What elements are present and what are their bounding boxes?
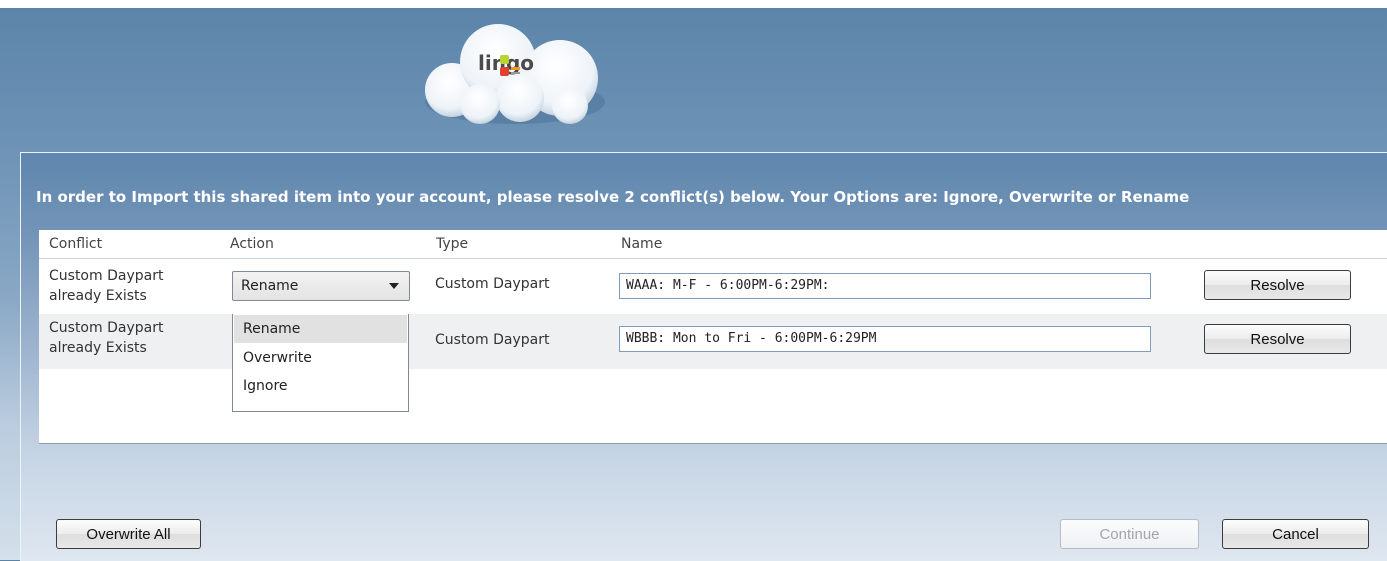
type-cell: Custom Daypart [435, 332, 550, 348]
continue-button[interactable]: Continue [1060, 519, 1199, 549]
column-header-name[interactable]: Name [621, 236, 662, 252]
conflict-cell: Custom Daypart already Exists [49, 320, 164, 356]
dropdown-option-ignore[interactable]: Ignore [234, 372, 407, 400]
dropdown-option-rename[interactable]: Rename [234, 315, 407, 343]
chevron-down-icon[interactable] [389, 283, 399, 289]
resolve-button[interactable]: Resolve [1204, 270, 1351, 300]
column-header-conflict[interactable]: Conflict [49, 236, 102, 252]
import-conflict-dialog: In order to Import this shared item into… [20, 152, 1387, 561]
top-edge [0, 0, 1387, 8]
action-select-value: Rename [241, 278, 299, 294]
column-header-type[interactable]: Type [436, 236, 468, 252]
app-logo: lingo [420, 22, 610, 126]
cloud-logo-icon: lingo [425, 24, 605, 124]
table-row: Custom Daypart already Exists Rename Cus… [39, 259, 1387, 314]
name-input[interactable]: WBBB: Mon to Fri - 6:00PM-6:29PM [619, 326, 1151, 352]
cancel-button[interactable]: Cancel [1222, 519, 1369, 549]
overwrite-all-button[interactable]: Overwrite All [56, 519, 201, 549]
dropdown-option-overwrite[interactable]: Overwrite [234, 344, 407, 372]
conflict-cell: Custom Daypart already Exists [49, 268, 164, 304]
name-input[interactable]: WAAA: M-F - 6:00PM-6:29PM: [619, 273, 1151, 299]
resolve-button[interactable]: Resolve [1204, 324, 1351, 354]
grid-header: Conflict Action Type Name [39, 230, 1387, 259]
dialog-instruction: In order to Import this shared item into… [36, 188, 1190, 206]
conflict-grid: Conflict Action Type Name Custom Daypart… [39, 230, 1387, 444]
action-select[interactable]: Rename [232, 271, 410, 301]
type-cell: Custom Daypart [435, 276, 550, 292]
lingo-wordmark: lingo [478, 51, 534, 76]
column-header-action[interactable]: Action [230, 236, 274, 252]
action-dropdown-list: Rename Overwrite Ignore [232, 314, 409, 412]
